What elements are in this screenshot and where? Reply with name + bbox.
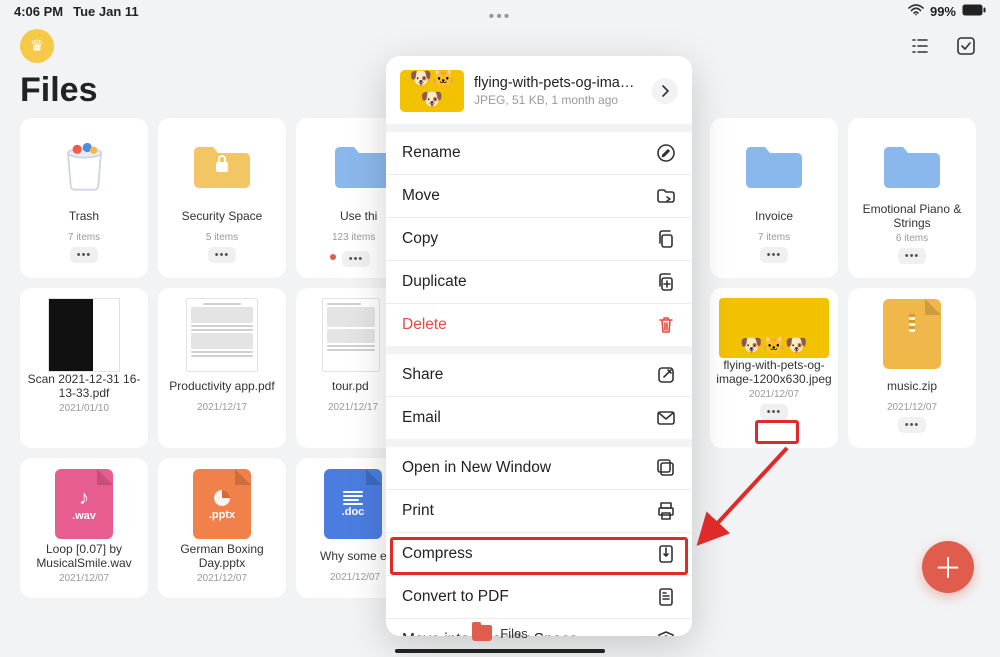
tile-more-button[interactable]: ••• — [70, 247, 98, 263]
tile-flying-pets[interactable]: flying-with-pets-og-image-1200x630.jpeg … — [710, 288, 838, 448]
bottom-tab-label: Files — [500, 626, 527, 641]
menu-header[interactable]: flying-with-pets-og-image... JPEG, 51 KB… — [386, 56, 692, 124]
print-icon — [656, 501, 676, 521]
tile-label: German Boxing Day.pptx — [164, 542, 280, 571]
tile-invoice[interactable]: Invoice 7 items ••• — [710, 118, 838, 278]
battery-percent: 99% — [930, 4, 956, 19]
select-button[interactable] — [952, 32, 980, 60]
menu-move[interactable]: Move — [386, 174, 692, 217]
list-view-button[interactable] — [906, 32, 934, 60]
premium-crown-button[interactable]: ♛ — [20, 29, 54, 63]
folder-arrow-icon — [656, 186, 676, 206]
window-icon — [656, 458, 676, 478]
tile-subtitle: 2021/01/10 — [59, 403, 109, 414]
tile-productivity-pdf[interactable]: Productivity app.pdf 2021/12/17 — [158, 288, 286, 448]
tile-label: Scan 2021-12-31 16-13-33.pdf — [26, 372, 142, 401]
menu-file-subtitle: JPEG, 51 KB, 1 month ago — [474, 93, 642, 107]
file-thumbnail — [322, 298, 380, 372]
tile-label: Loop [0.07] by MusicalSmile.wav — [26, 542, 142, 571]
menu-rename[interactable]: Rename — [386, 132, 692, 174]
tile-subtitle: 2021/12/07 — [887, 402, 937, 413]
duplicate-icon — [656, 272, 676, 292]
share-icon — [656, 365, 676, 385]
wav-icon: ♪.wav — [49, 474, 119, 534]
multitask-dots-icon[interactable]: ••• — [489, 8, 512, 26]
tile-emotional-piano[interactable]: Emotional Piano & Strings 6 items ••• — [848, 118, 976, 278]
pptx-icon: .pptx — [187, 474, 257, 534]
file-thumbnail — [186, 298, 258, 372]
pdf-icon — [656, 587, 676, 607]
status-date: Tue Jan 11 — [73, 4, 139, 19]
trash-icon — [656, 315, 676, 335]
tile-more-button[interactable]: ••• — [898, 417, 926, 433]
menu-compress[interactable]: Compress — [386, 532, 692, 575]
tile-subtitle: 6 items — [896, 233, 928, 244]
tile-german-boxing-pptx[interactable]: .pptx German Boxing Day.pptx 2021/12/07 — [158, 458, 286, 598]
tile-subtitle: 7 items — [68, 232, 100, 243]
folder-icon — [472, 625, 492, 641]
tile-label: flying-with-pets-og-image-1200x630.jpeg — [716, 358, 832, 387]
bottom-tab-bar[interactable]: Files — [0, 625, 1000, 641]
chevron-right-icon[interactable] — [652, 78, 678, 104]
menu-thumbnail — [400, 70, 464, 112]
tile-label: Invoice — [755, 202, 793, 230]
email-icon — [656, 408, 676, 428]
tile-subtitle: 2021/12/07 — [749, 389, 799, 400]
tile-more-button[interactable]: ••• — [342, 251, 370, 267]
tile-label: Productivity app.pdf — [169, 372, 274, 400]
docx-icon: .doc — [318, 474, 388, 534]
add-button[interactable]: ＋ — [922, 541, 974, 593]
file-thumbnail — [719, 298, 829, 358]
tile-security-space[interactable]: Security Space 5 items ••• — [158, 118, 286, 278]
tile-trash[interactable]: Trash 7 items ••• — [20, 118, 148, 278]
tile-subtitle: 2021/12/07 — [197, 573, 247, 584]
tile-label: music.zip — [887, 372, 937, 400]
plus-icon: ＋ — [934, 547, 962, 587]
file-thumbnail — [48, 298, 120, 372]
tile-label: Use thi — [340, 202, 377, 230]
trash-icon — [49, 134, 119, 194]
tile-subtitle: 2021/12/17 — [197, 402, 247, 413]
menu-open-new-window[interactable]: Open in New Window — [386, 447, 692, 489]
menu-duplicate[interactable]: Duplicate — [386, 260, 692, 303]
folder-lock-icon — [187, 134, 257, 194]
tile-subtitle: 7 items — [758, 232, 790, 243]
menu-delete[interactable]: Delete — [386, 303, 692, 346]
folder-icon — [739, 134, 809, 194]
tile-more-button[interactable]: ••• — [760, 404, 788, 420]
tile-label: Trash — [69, 202, 99, 230]
tile-label: Security Space — [182, 202, 263, 230]
tile-more-button[interactable]: ••• — [208, 247, 236, 263]
tile-subtitle: 2021/12/07 — [330, 572, 380, 583]
tile-subtitle: 2021/12/17 — [328, 402, 378, 413]
battery-icon — [962, 4, 986, 19]
tile-label: tour.pd — [332, 372, 369, 400]
tile-scan-pdf[interactable]: Scan 2021-12-31 16-13-33.pdf 2021/01/10 — [20, 288, 148, 448]
folder-icon — [877, 134, 947, 194]
notification-dot-icon — [330, 254, 336, 260]
tile-more-button[interactable]: ••• — [760, 247, 788, 263]
tile-subtitle: 123 items — [332, 232, 375, 243]
zip-icon — [877, 304, 947, 364]
tile-label: Emotional Piano & Strings — [854, 202, 970, 231]
edit-icon — [656, 143, 676, 163]
menu-copy[interactable]: Copy — [386, 217, 692, 260]
crown-icon: ♛ — [30, 36, 44, 56]
tile-music-zip[interactable]: music.zip 2021/12/07 ••• — [848, 288, 976, 448]
tile-more-button[interactable]: ••• — [898, 248, 926, 264]
menu-email[interactable]: Email — [386, 396, 692, 439]
tile-loop-wav[interactable]: ♪.wav Loop [0.07] by MusicalSmile.wav 20… — [20, 458, 148, 598]
menu-share[interactable]: Share — [386, 354, 692, 396]
tile-subtitle: 2021/12/07 — [59, 573, 109, 584]
compress-icon — [656, 544, 676, 564]
menu-convert-pdf[interactable]: Convert to PDF — [386, 575, 692, 618]
home-indicator[interactable] — [395, 649, 605, 653]
context-menu: flying-with-pets-og-image... JPEG, 51 KB… — [386, 56, 692, 636]
status-time: 4:06 PM — [14, 4, 63, 19]
menu-file-title: flying-with-pets-og-image... — [474, 75, 642, 91]
menu-print[interactable]: Print — [386, 489, 692, 532]
copy-icon — [656, 229, 676, 249]
tile-subtitle: 5 items — [206, 232, 238, 243]
wifi-icon — [908, 4, 924, 19]
